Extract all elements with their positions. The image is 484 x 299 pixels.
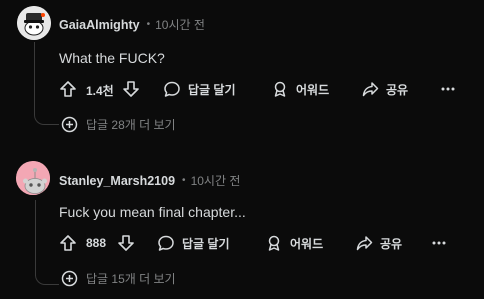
share-button[interactable]: 공유 bbox=[355, 231, 402, 255]
comment-header: GaiaAlmighty • 10시간 전 bbox=[59, 16, 205, 33]
username[interactable]: GaiaAlmighty bbox=[59, 18, 140, 32]
share-icon bbox=[362, 82, 379, 97]
comment-bubble-icon bbox=[158, 235, 174, 251]
more-replies-label: 답글 15개 더 보기 bbox=[86, 271, 176, 286]
separator: • bbox=[146, 19, 151, 30]
share-label: 공유 bbox=[380, 236, 403, 251]
downvote-button[interactable] bbox=[122, 77, 140, 101]
share-button[interactable]: 공유 bbox=[361, 77, 408, 101]
award-button[interactable]: 어워드 bbox=[265, 231, 323, 255]
thread-line bbox=[35, 200, 36, 276]
separator: • bbox=[182, 175, 186, 186]
avatar[interactable] bbox=[17, 6, 51, 40]
arrow-up-icon bbox=[60, 81, 76, 97]
avatar[interactable] bbox=[16, 161, 50, 195]
award-button[interactable]: 어워드 bbox=[271, 77, 329, 101]
more-options-button[interactable] bbox=[430, 231, 448, 255]
more-replies-label: 답글 28개 더 보기 bbox=[86, 117, 176, 132]
reply-label: 답글 달기 bbox=[188, 82, 236, 97]
ellipsis-icon bbox=[441, 87, 455, 91]
more-replies-button[interactable]: 답글 28개 더 보기 bbox=[61, 114, 176, 134]
share-label: 공유 bbox=[386, 82, 409, 97]
vote-count: 1.4천 bbox=[86, 84, 114, 98]
username[interactable]: Stanley_Marsh2109 bbox=[59, 174, 175, 188]
comment: GaiaAlmighty • 10시간 전 What the FUCK? 1.4… bbox=[0, 0, 484, 145]
action-bar: 1.4천 답글 달기 어워드 공유 bbox=[59, 77, 469, 101]
snoo-avatar-icon bbox=[16, 161, 50, 195]
comment-bubble-icon bbox=[164, 81, 180, 97]
vote-count: 888 bbox=[86, 236, 107, 250]
award-icon bbox=[268, 235, 280, 251]
plus-circle-icon bbox=[61, 270, 78, 286]
ellipsis-icon bbox=[432, 241, 446, 245]
thread-elbow bbox=[35, 268, 59, 285]
downvote-button[interactable] bbox=[117, 231, 135, 255]
plus-circle-icon bbox=[61, 116, 78, 132]
more-replies-button[interactable]: 답글 15개 더 보기 bbox=[61, 268, 176, 288]
arrow-down-icon bbox=[123, 81, 139, 97]
award-icon bbox=[274, 81, 286, 97]
comment-header: Stanley_Marsh2109 • 10시간 전 bbox=[59, 172, 240, 189]
thread-line bbox=[34, 42, 35, 110]
action-bar: 888 답글 달기 어워드 공유 bbox=[59, 231, 469, 255]
reply-label: 답글 달기 bbox=[182, 236, 230, 251]
upvote-button[interactable] bbox=[59, 231, 77, 255]
thread-elbow bbox=[34, 108, 59, 125]
comment-body: What the FUCK? bbox=[59, 50, 165, 66]
comment: Stanley_Marsh2109 • 10시간 전 Fuck you mean… bbox=[0, 152, 484, 299]
reply-button[interactable]: 답글 달기 bbox=[163, 77, 236, 101]
arrow-down-icon bbox=[118, 235, 134, 251]
more-options-button[interactable] bbox=[439, 77, 457, 101]
timestamp[interactable]: 10시간 전 bbox=[191, 172, 241, 189]
comment-body: Fuck you mean final chapter... bbox=[59, 204, 246, 220]
timestamp[interactable]: 10시간 전 bbox=[155, 16, 205, 33]
upvote-button[interactable] bbox=[59, 77, 77, 101]
reply-button[interactable]: 답글 달기 bbox=[157, 231, 230, 255]
award-label: 어워드 bbox=[290, 236, 324, 251]
snoo-avatar-icon bbox=[17, 6, 51, 40]
share-icon bbox=[356, 236, 373, 251]
award-label: 어워드 bbox=[296, 82, 330, 97]
arrow-up-icon bbox=[60, 235, 76, 251]
